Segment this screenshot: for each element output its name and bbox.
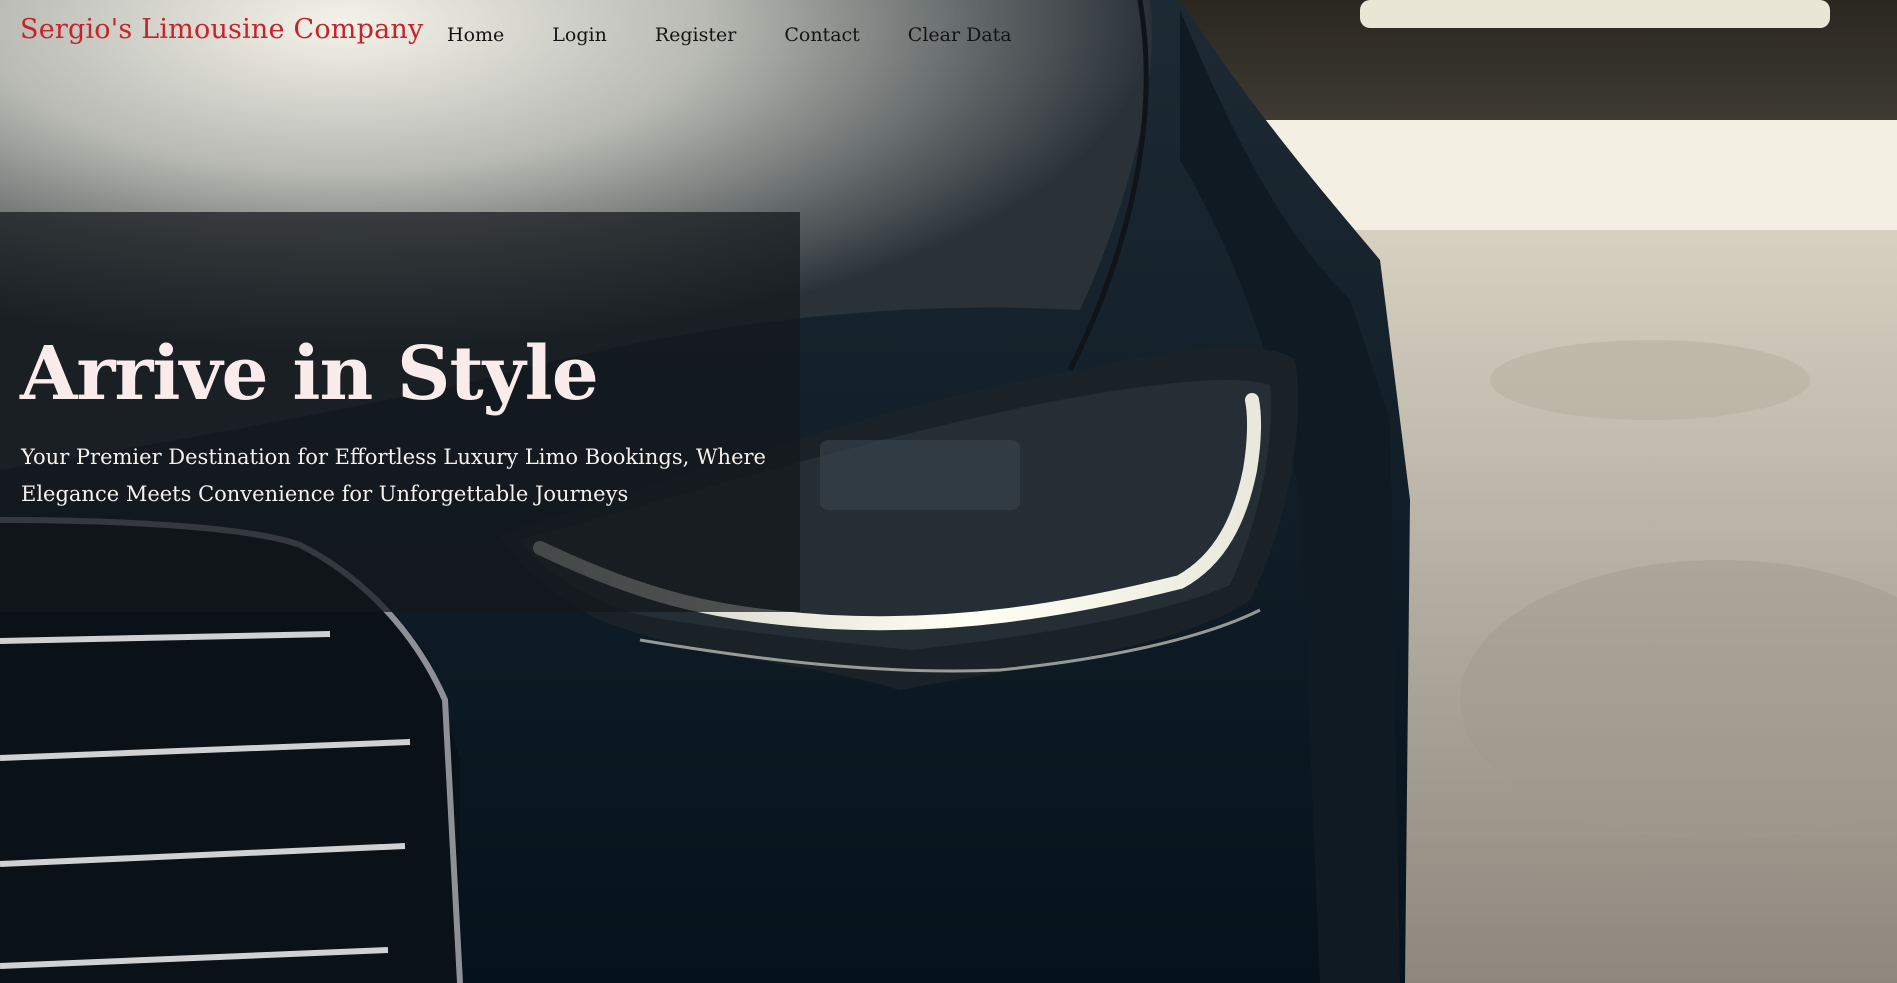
hero-title: Arrive in Style: [20, 331, 599, 417]
nav-link-contact[interactable]: Contact: [784, 24, 859, 46]
nav-item-home: Home: [447, 24, 504, 46]
nav-item-register: Register: [655, 24, 737, 46]
nav-link-register[interactable]: Register: [655, 24, 737, 46]
brand-link[interactable]: Sergio's Limousine Company: [20, 14, 423, 45]
hero-subtitle: Your Premier Destination for Effortless …: [21, 445, 766, 506]
page: Sergio's Limousine Company Home Login Re…: [0, 0, 1897, 983]
nav-link-clear-data[interactable]: Clear Data: [908, 24, 1012, 46]
nav-item-contact: Contact: [784, 24, 859, 46]
nav-item-login: Login: [552, 24, 607, 46]
nav-link-home[interactable]: Home: [447, 24, 504, 46]
nav-links: Home Login Register Contact Clear Data: [447, 24, 1060, 46]
nav-link-login[interactable]: Login: [552, 24, 607, 46]
navbar: Sergio's Limousine Company Home Login Re…: [0, 0, 1897, 72]
nav-item-clear-data: Clear Data: [908, 24, 1012, 46]
